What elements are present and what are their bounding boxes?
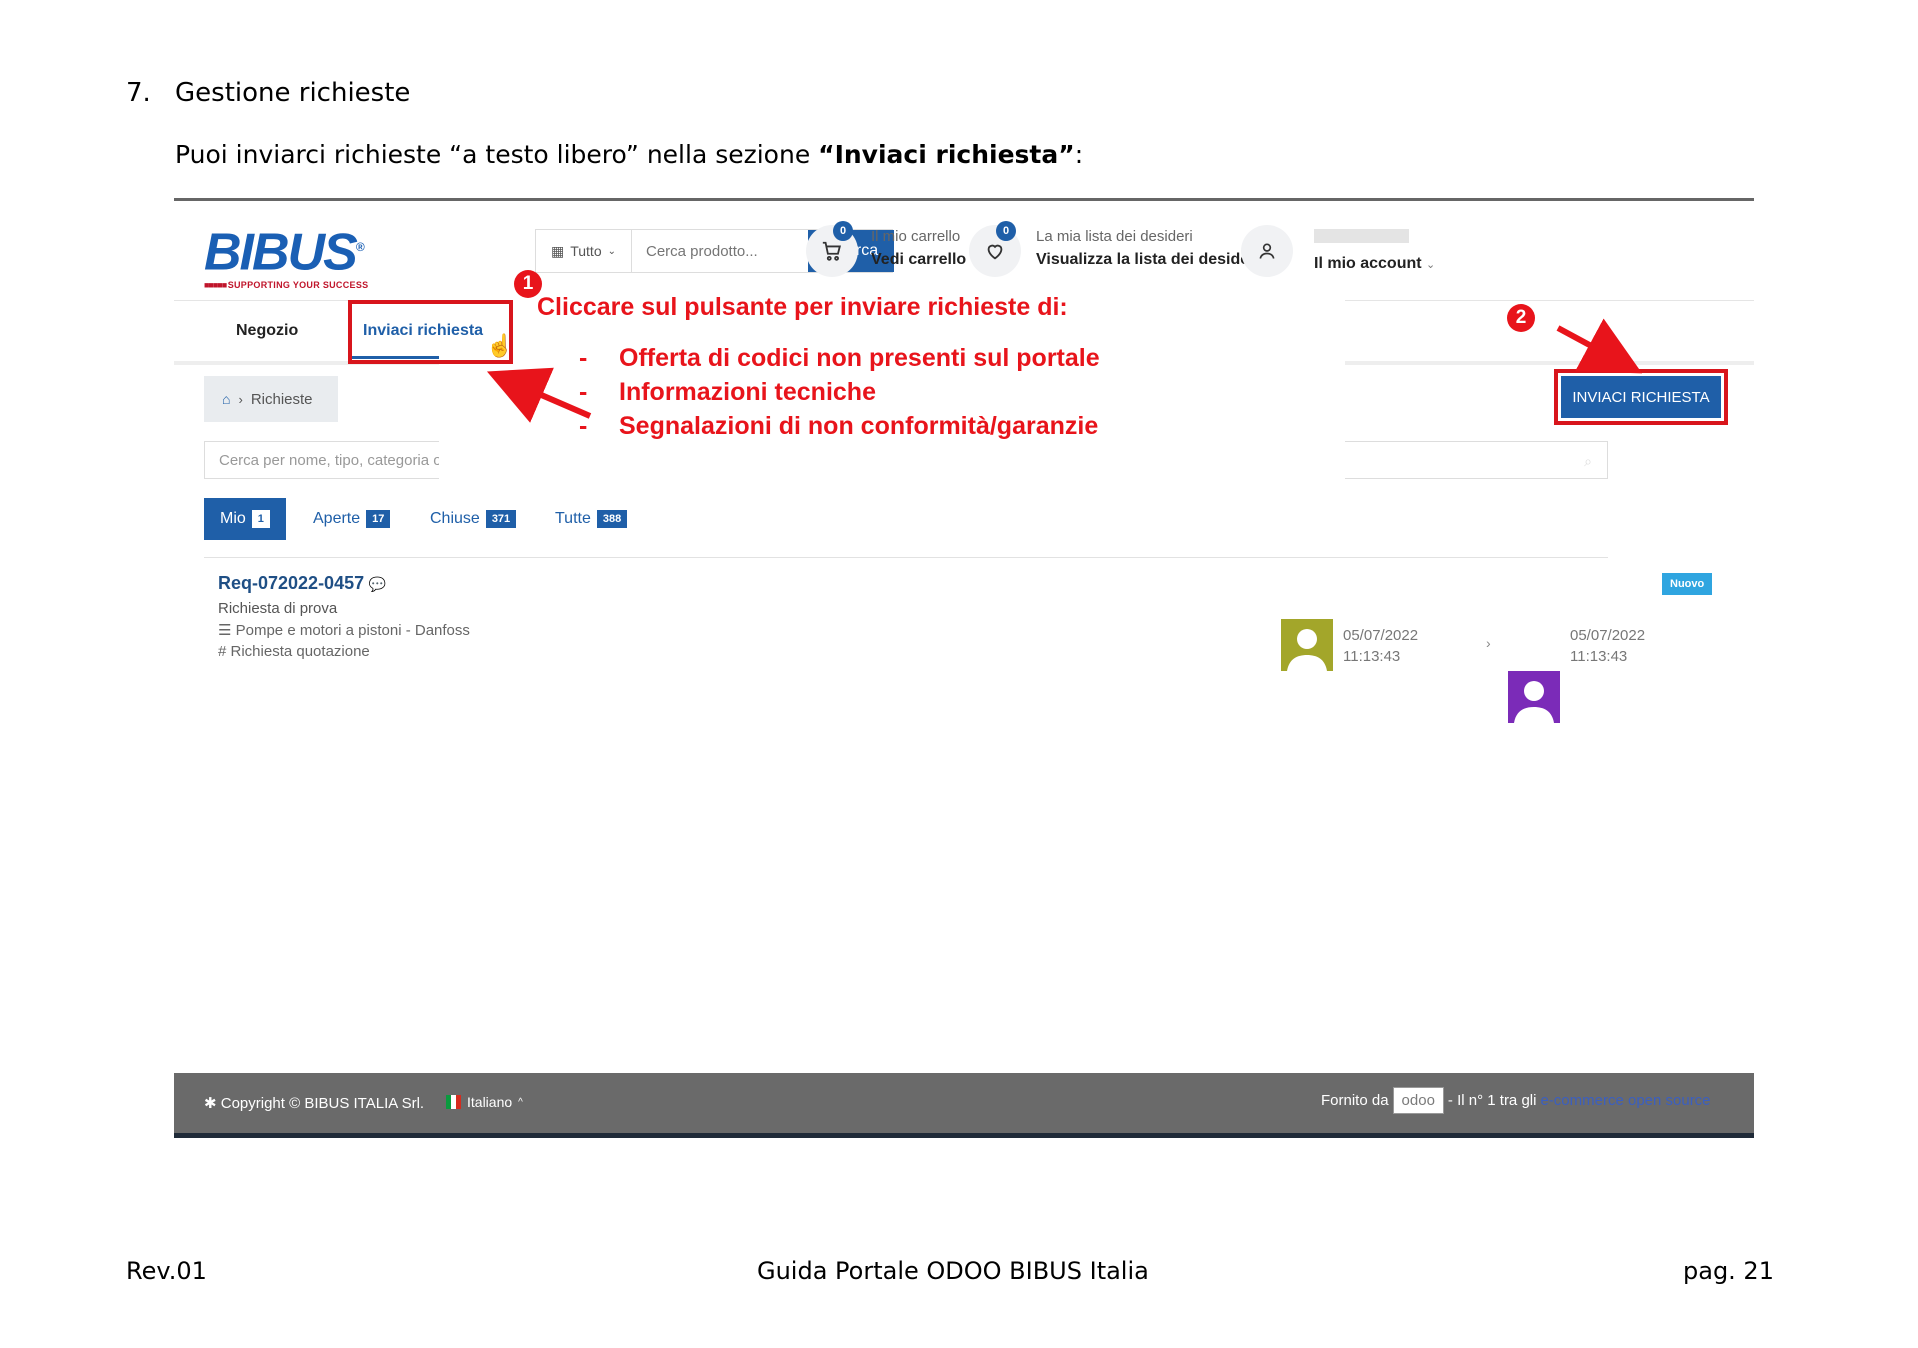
page-footer-left: Rev.01: [126, 1257, 207, 1285]
intro-bold: “Inviaci richiesta”: [818, 140, 1075, 169]
intro-text: Puoi inviarci richieste “a testo libero”…: [175, 140, 819, 169]
arrow-to-button: [1556, 318, 1643, 374]
intro-colon: :: [1074, 140, 1084, 169]
arrow-to-nav: [486, 367, 592, 423]
section-number: 7.: [126, 78, 151, 108]
annotation-arrows: [486, 318, 1643, 423]
intro-paragraph: Puoi inviarci richieste “a testo libero”…: [175, 140, 1083, 169]
portal-screenshot: BIBUS® ■■■■■ SUPPORTING YOUR SUCCESS ▦ T…: [174, 201, 1754, 1138]
page-footer-center: Guida Portale ODOO BIBUS Italia: [757, 1257, 1149, 1285]
page-footer-right: pag. 21: [1683, 1257, 1774, 1285]
section-title: Gestione richieste: [175, 78, 411, 108]
